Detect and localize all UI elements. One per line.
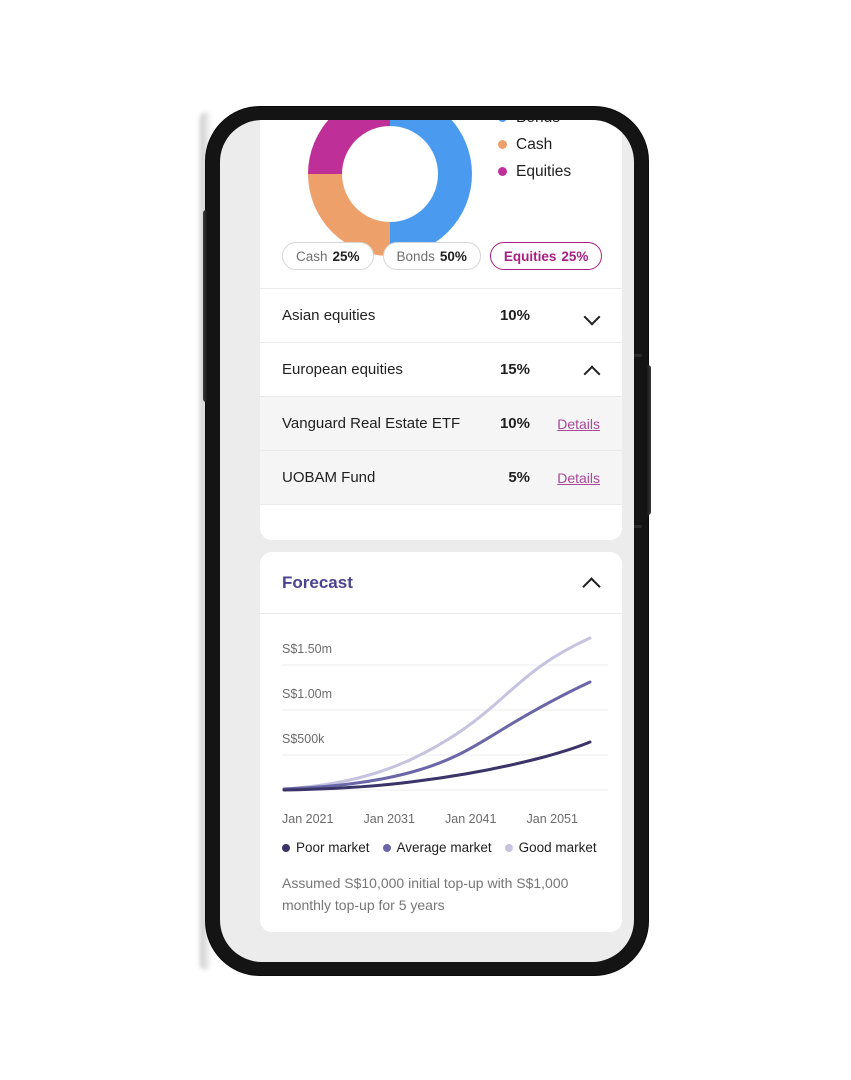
y-axis-label-1-00m: S$1.00m: [282, 687, 333, 701]
bonds-color-swatch: [498, 120, 507, 122]
phone-frame: Bonds Cash Equities Cash 25%: [203, 107, 651, 975]
volume-button[interactable]: [203, 210, 208, 402]
details-cell-uobam: Details: [552, 470, 600, 486]
power-button[interactable]: [646, 365, 651, 515]
row-percent-vanguard-real-estate-etf: 10%: [499, 415, 530, 432]
legend-item-cash: Cash: [498, 131, 571, 158]
pill-equities-value: 25%: [561, 248, 589, 264]
pill-cash[interactable]: Cash 25%: [282, 242, 374, 270]
table-row[interactable]: Asian equities 10%: [260, 288, 622, 342]
legend-label-cash: Cash: [516, 135, 553, 153]
row-label-european-equities: European equities: [282, 361, 403, 378]
series-line-good-market: [282, 636, 592, 791]
row-percent-european-equities: 15%: [499, 361, 530, 378]
expand-asian-equities[interactable]: [552, 311, 600, 320]
chevron-down-icon: [585, 311, 600, 320]
chevron-up-icon[interactable]: [583, 577, 600, 588]
legend-item-bonds: Bonds: [498, 120, 571, 131]
asset-class-filter-pills: Cash 25% Bonds 50% Equities 25%: [282, 242, 603, 270]
legend-item-average-market: Average market: [382, 840, 492, 855]
legend-item-poor-market: Poor market: [282, 840, 370, 855]
chevron-up-icon: [585, 365, 600, 374]
details-link-uobam[interactable]: Details: [557, 470, 600, 486]
forecast-assumption-text: Assumed S$10,000 initial top-up with S$1…: [282, 875, 569, 913]
poor-market-color-swatch: [282, 843, 290, 852]
legend-item-good-market: Good market: [504, 840, 597, 855]
cash-color-swatch: [498, 140, 507, 149]
pill-cash-label: Cash: [296, 248, 328, 264]
table-row[interactable]: UOBAM Fund 5% Details: [260, 450, 622, 504]
allocation-donut-chart: Bonds Cash Equities: [260, 120, 622, 256]
legend-label-good-market: Good market: [518, 840, 597, 855]
pill-equities-label: Equities: [503, 248, 557, 264]
pill-bonds-value: 50%: [439, 248, 467, 264]
row-percent-uobam-fund: 5%: [508, 469, 530, 486]
legend-label-poor-market: Poor market: [296, 840, 370, 855]
table-row[interactable]: Vanguard Real Estate ETF 10% Details: [260, 396, 622, 450]
pill-cash-value: 25%: [332, 248, 360, 264]
row-label-vanguard-real-estate-etf: Vanguard Real Estate ETF: [282, 415, 461, 432]
allocation-card: Bonds Cash Equities Cash 25%: [260, 120, 622, 540]
details-link-vanguard[interactable]: Details: [557, 416, 600, 432]
y-axis-label-1-50m: S$1.50m: [282, 642, 333, 656]
details-cell-vanguard: Details: [552, 416, 600, 432]
pill-bonds[interactable]: Bonds 50%: [382, 242, 481, 270]
row-label-asian-equities: Asian equities: [282, 307, 376, 324]
pill-bonds-label: Bonds: [396, 248, 435, 264]
legend-label-bonds: Bonds: [516, 120, 560, 127]
row-percent-asian-equities: 10%: [499, 307, 530, 324]
forecast-header[interactable]: Forecast: [260, 552, 622, 614]
forecast-chart-legend: Poor market Average market Good market: [260, 826, 622, 855]
average-market-color-swatch: [382, 843, 391, 852]
allocation-card-footer: [260, 504, 622, 524]
legend-label-equities: Equities: [516, 162, 572, 180]
allocation-breakdown-list: Asian equities 10% European equities 15%…: [260, 288, 622, 524]
donut-legend: Bonds Cash Equities: [498, 120, 571, 185]
row-label-uobam-fund: UOBAM Fund: [282, 469, 376, 486]
good-market-color-swatch: [504, 843, 513, 852]
legend-label-average-market: Average market: [396, 840, 492, 855]
forecast-line-chart: S$1.50m S$1.00m S$500k: [260, 620, 622, 816]
legend-item-equities: Equities: [498, 158, 571, 185]
equities-color-swatch: [498, 167, 507, 176]
pill-equities[interactable]: Equities 25%: [489, 242, 603, 270]
phone-screen: Bonds Cash Equities Cash 25%: [220, 120, 634, 962]
y-axis-label-500k: S$500k: [282, 732, 325, 746]
donut-hole: [308, 120, 472, 256]
collapse-european-equities[interactable]: [552, 365, 600, 374]
page-title: Forecast: [282, 572, 353, 592]
table-row[interactable]: European equities 15%: [260, 342, 622, 396]
forecast-card: Forecast S$1.50m S$1.00m S$500k Jan 2021…: [260, 552, 622, 932]
